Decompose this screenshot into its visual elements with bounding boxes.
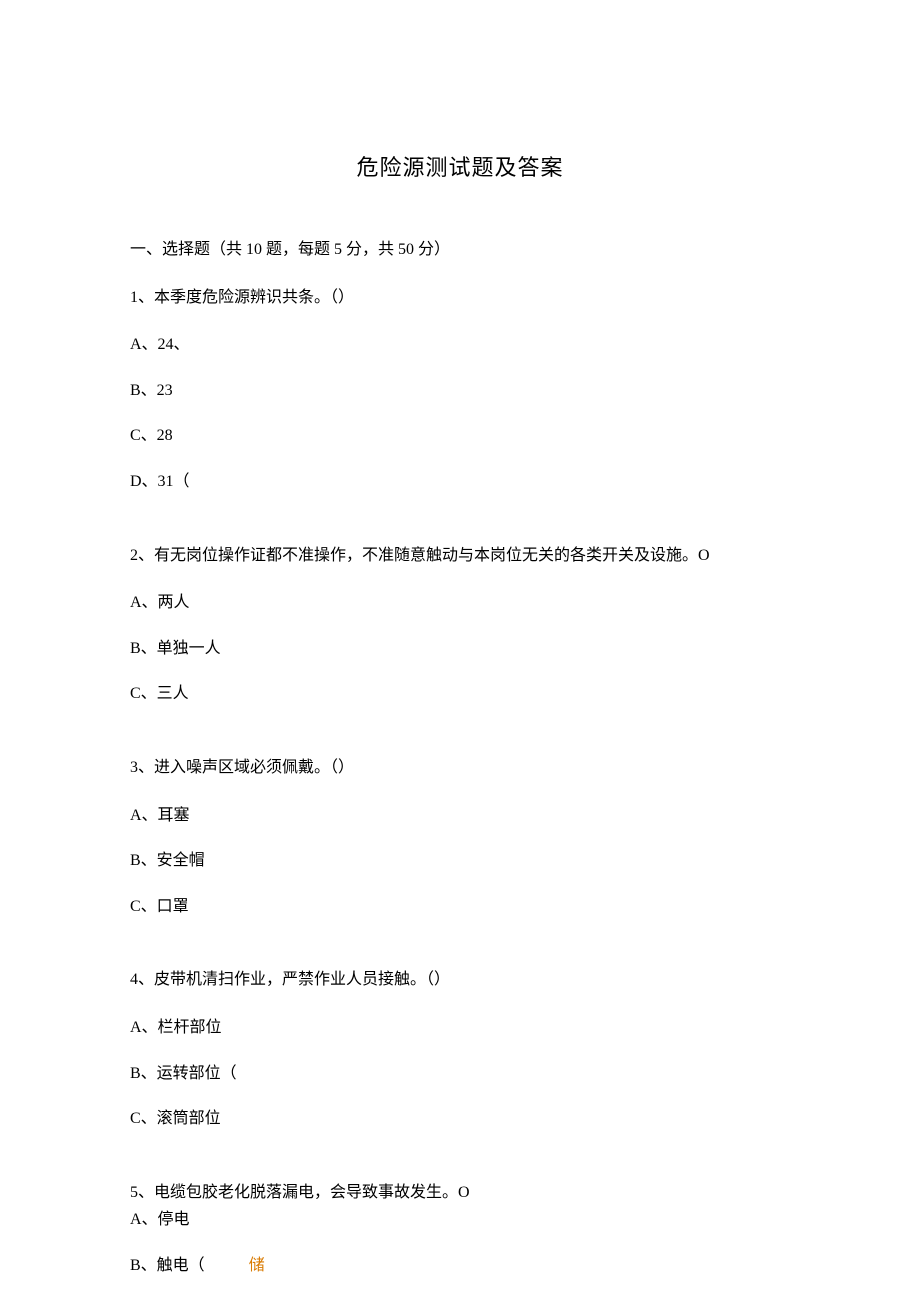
doc-title: 危险源测试题及答案 xyxy=(130,150,790,182)
q4-option-a: A、栏杆部位 xyxy=(130,1015,790,1041)
section-header: 一、选择题（共 10 题，每题 5 分，共 50 分） xyxy=(130,237,790,263)
q5-option-b-extra: 储 xyxy=(249,1257,265,1274)
q1-stem: 1、本季度危险源辨识共条。（） xyxy=(130,285,790,311)
q1-option-b: B、23 xyxy=(130,378,790,404)
q5-option-b-text: B、触电（ xyxy=(130,1257,205,1274)
q1-option-d: D、31（ xyxy=(130,469,790,495)
q5-option-b: B、触电（ 储 xyxy=(130,1253,790,1279)
q2-stem: 2、有无岗位操作证都不准操作，不准随意触动与本岗位无关的各类开关及设施。O xyxy=(130,543,790,569)
q5-stem: 5、电缆包胶老化脱落漏电，会导致事故发生。O xyxy=(130,1180,790,1206)
q4-option-c: C、滚筒部位 xyxy=(130,1106,790,1132)
q5-option-a: A、停电 xyxy=(130,1207,790,1233)
q4-option-b: B、运转部位（ xyxy=(130,1061,790,1087)
q1-option-c: C、28 xyxy=(130,423,790,449)
q1-option-a: A、24、 xyxy=(130,332,790,358)
q2-option-c: C、三人 xyxy=(130,681,790,707)
q3-option-a: A、耳塞 xyxy=(130,803,790,829)
q2-option-a: A、两人 xyxy=(130,590,790,616)
q3-option-b: B、安全帽 xyxy=(130,848,790,874)
q3-stem: 3、进入噪声区域必须佩戴。（） xyxy=(130,755,790,781)
q4-stem: 4、皮带机清扫作业，严禁作业人员接触。（） xyxy=(130,967,790,993)
q3-option-c: C、口罩 xyxy=(130,894,790,920)
q2-option-b: B、单独一人 xyxy=(130,636,790,662)
